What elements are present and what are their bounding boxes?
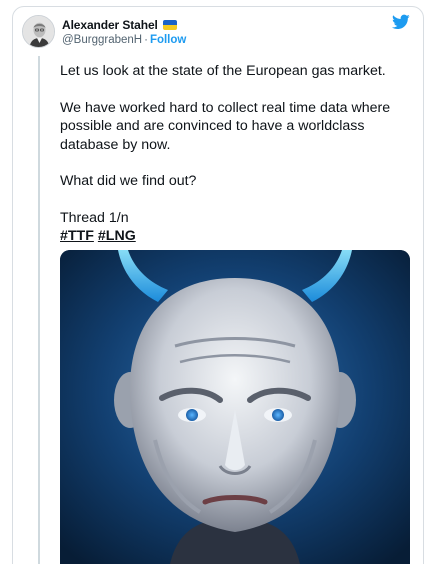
tweet-screenshot: Alexander Stahel @BurggrabenH · Follow Let… bbox=[0, 0, 440, 564]
tweet-body: Let us look at the state of the European… bbox=[60, 62, 410, 246]
twitter-bird-icon[interactable] bbox=[392, 14, 410, 30]
hashtag-list: #TTF #LNG bbox=[60, 227, 410, 246]
author-name-row: Alexander Stahel bbox=[62, 17, 177, 33]
devil-portrait-illustration bbox=[60, 250, 410, 564]
tweet-line-4: Thread 1/n bbox=[60, 209, 129, 226]
ukraine-flag-icon bbox=[162, 20, 177, 30]
avatar[interactable] bbox=[22, 15, 55, 48]
follow-button[interactable]: Follow bbox=[150, 34, 186, 46]
author-handle-row: @BurggrabenH · Follow bbox=[62, 34, 186, 46]
thread-connector-line bbox=[38, 56, 40, 564]
hashtag-ttf-link[interactable]: #TTF bbox=[60, 228, 94, 244]
tweet-line-1: Let us look at the state of the European… bbox=[60, 63, 386, 79]
tweet-media-image[interactable] bbox=[60, 250, 410, 564]
author-handle[interactable]: @BurggrabenH bbox=[62, 34, 142, 46]
tweet-line-3: What did we find out? bbox=[60, 173, 197, 189]
separator-dot: · bbox=[144, 34, 148, 46]
tweet-line-2: We have worked hard to collect real time… bbox=[60, 99, 391, 153]
hashtag-lng-link[interactable]: #LNG bbox=[98, 228, 136, 244]
author-display-name[interactable]: Alexander Stahel bbox=[62, 18, 158, 32]
